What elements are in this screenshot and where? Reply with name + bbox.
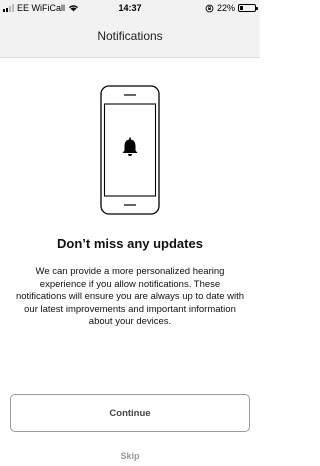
skip-button[interactable]: Skip [0,451,260,461]
status-left: EE WiFiCall [3,3,79,13]
carrier-label: EE WiFiCall [17,3,66,13]
heading: Don’t miss any updates [57,236,203,251]
status-bar: EE WiFiCall 14:37 22% [0,0,260,18]
continue-button[interactable]: Continue [10,394,250,432]
status-right: 22% [205,3,258,13]
battery-icon [238,4,258,12]
bell-icon [122,137,138,156]
navigation-bar: Notifications [0,18,260,58]
battery-fill [240,6,244,10]
rotation-lock-icon [205,4,214,12]
battery-percent: 22% [216,3,235,13]
signal-icon [3,4,14,12]
phone-illustration [100,85,160,215]
wifi-icon [69,5,78,12]
body-text: We can provide a more personalized heari… [15,266,245,328]
page-title: Notifications [97,29,163,43]
